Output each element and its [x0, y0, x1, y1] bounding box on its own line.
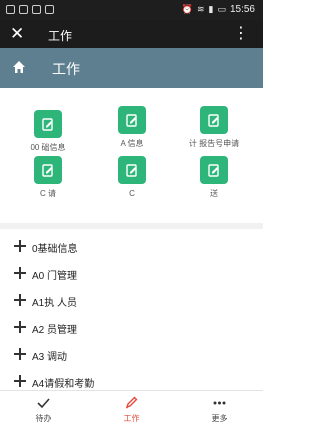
battery-icon: ▭: [217, 4, 226, 14]
app-bar: ✕ 工作 ⋮: [0, 20, 263, 48]
home-icon[interactable]: [12, 60, 26, 74]
alarm-icon: ⏰: [181, 4, 193, 14]
status-time: 15:56: [229, 4, 255, 15]
list-item-label: A2 员管理: [32, 325, 78, 336]
expand-plus-icon: [14, 348, 26, 360]
expand-plus-icon: [14, 267, 26, 279]
status-bar: ⏰ ≋ ▮ ▭ 15:56: [0, 0, 263, 20]
tab-label: 更多: [211, 414, 228, 423]
list-item-label: 0基础信息: [32, 244, 78, 255]
expand-plus-icon: [14, 294, 26, 306]
expand-plus-icon: [14, 321, 26, 333]
tab-work[interactable]: 工作: [88, 391, 175, 428]
bottom-tab-bar: 待办 工作 更多: [0, 390, 263, 427]
pencil-icon: [125, 396, 138, 409]
tab-more[interactable]: 更多: [176, 391, 263, 428]
close-icon[interactable]: ✕: [10, 24, 24, 44]
app-bar-title: 工作: [48, 29, 73, 43]
image-notification-icon: [45, 5, 54, 14]
system-icons: ⏰ ≋ ▮ ▭ 15:56: [182, 4, 255, 15]
list-item-label: A3 调动: [32, 352, 68, 363]
list-item[interactable]: A2 员管理: [0, 314, 263, 341]
edit-doc-icon: [118, 156, 146, 184]
tile-label: 送: [210, 189, 218, 198]
tab-label: 工作: [123, 414, 140, 423]
edit-doc-icon: [200, 106, 228, 134]
list-item[interactable]: A1执 人员: [0, 287, 263, 314]
edit-doc-icon: [118, 106, 146, 134]
list-item-label: A1执 人员: [32, 298, 78, 309]
edit-doc-icon: [200, 156, 228, 184]
notification-icons: [6, 5, 54, 14]
overflow-menu-icon[interactable]: ⋮: [233, 24, 249, 44]
tile-label: C: [129, 189, 135, 198]
page-title: 工作: [52, 61, 80, 77]
tile-label: C 请: [40, 189, 56, 198]
grid-tile[interactable]: C 请: [6, 142, 90, 208]
tab-todo[interactable]: 待办: [0, 391, 87, 428]
grid-tile[interactable]: 送: [172, 142, 256, 208]
edit-doc-icon: [34, 156, 62, 184]
expand-plus-icon: [14, 240, 26, 252]
list-item[interactable]: A3 调动: [0, 341, 263, 368]
list-item[interactable]: A0 门管理: [0, 260, 263, 287]
app-notification-icon: [6, 5, 15, 14]
grid-tile[interactable]: C: [90, 142, 174, 208]
tab-label: 待办: [35, 414, 52, 423]
wifi-icon: ≋: [196, 4, 205, 14]
edit-doc-icon: [34, 110, 62, 138]
cloud-notification-icon: [32, 5, 41, 14]
check-icon: [37, 398, 50, 409]
more-dots-icon: [213, 401, 226, 405]
signal-icon: ▮: [208, 4, 214, 14]
list-item[interactable]: A4请假和考勤: [0, 368, 263, 390]
list-item[interactable]: 0基础信息: [0, 233, 263, 260]
list-item-label: A0 门管理: [32, 271, 78, 282]
chat-notification-icon: [19, 5, 28, 14]
app-grid: 00 础信息 A 信息 计 报告号申请 C 请 C 送: [0, 88, 263, 223]
expand-plus-icon: [14, 375, 26, 387]
page-header: 工作: [0, 48, 263, 88]
list-item-label: A4请假和考勤: [32, 379, 95, 390]
category-list: 0基础信息 A0 门管理 A1执 人员 A2 员管理 A3 调动 A4请假和考勤: [0, 229, 263, 390]
